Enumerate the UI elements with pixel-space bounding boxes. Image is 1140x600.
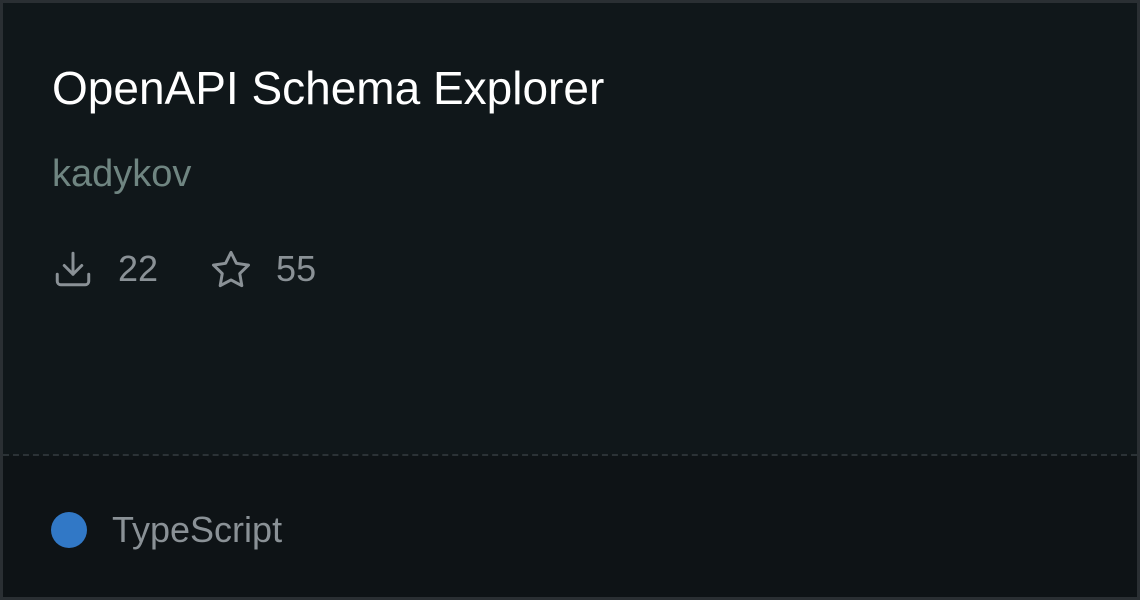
download-icon <box>52 248 94 290</box>
language-name: TypeScript <box>112 509 283 550</box>
card-footer: TypeScript <box>3 456 1137 597</box>
package-stats: 22 55 <box>52 246 316 292</box>
card-body: OpenAPI Schema Explorer kadykov 22 55 <box>3 3 1137 454</box>
stars-count: 55 <box>276 248 317 289</box>
package-author[interactable]: kadykov <box>52 151 191 197</box>
package-title[interactable]: OpenAPI Schema Explorer <box>52 59 604 117</box>
language-indicator: TypeScript <box>51 508 282 552</box>
downloads-count: 22 <box>118 248 159 289</box>
star-icon <box>210 248 252 290</box>
downloads-stat: 22 <box>52 246 158 292</box>
stars-stat: 55 <box>210 246 316 292</box>
package-card[interactable]: OpenAPI Schema Explorer kadykov 22 55 Ty… <box>0 0 1140 600</box>
language-color-dot <box>51 512 87 548</box>
